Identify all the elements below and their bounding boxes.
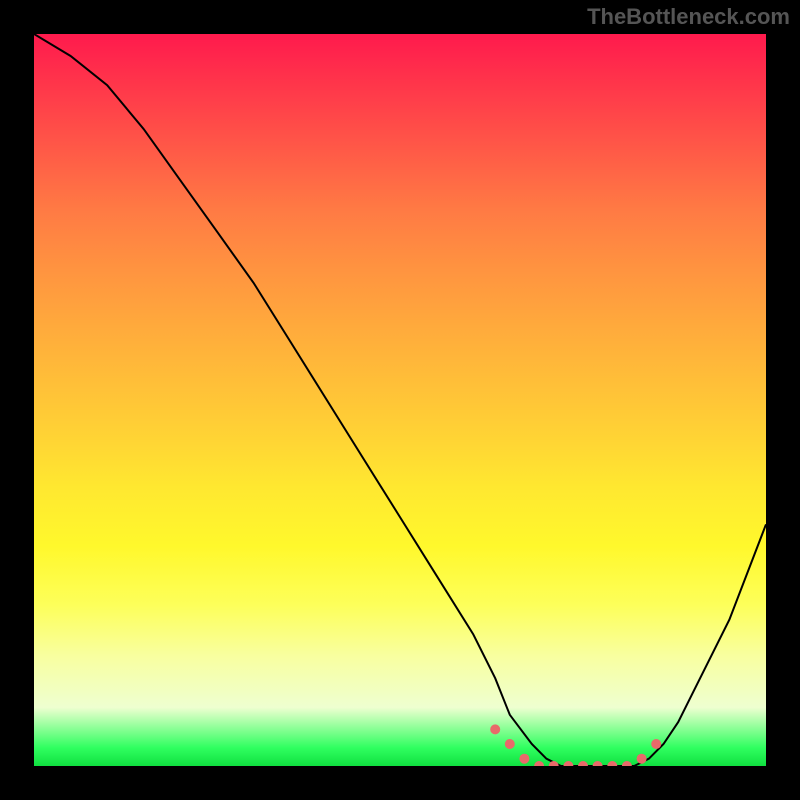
- watermark-text: TheBottleneck.com: [587, 4, 790, 30]
- bottleneck-curve: [34, 34, 766, 766]
- highlight-dot: [505, 739, 515, 749]
- highlight-dot: [563, 761, 573, 766]
- optimal-range-dots: [490, 724, 661, 766]
- highlight-dot: [534, 761, 544, 766]
- highlight-dot: [578, 761, 588, 766]
- highlight-dot: [622, 761, 632, 766]
- highlight-dot: [490, 724, 500, 734]
- highlight-dot: [549, 761, 559, 766]
- highlight-dot: [519, 754, 529, 764]
- highlight-dot: [607, 761, 617, 766]
- highlight-dot: [637, 754, 647, 764]
- plot-area: [34, 34, 766, 766]
- highlight-dot: [593, 761, 603, 766]
- chart-svg: [34, 34, 766, 766]
- highlight-dot: [651, 739, 661, 749]
